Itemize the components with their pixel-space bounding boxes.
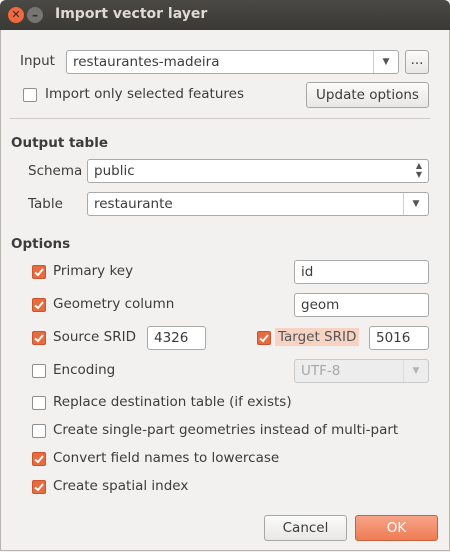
replace-table-label: Replace destination table (if exists) [53,394,292,410]
ok-button[interactable]: OK [355,515,438,541]
table-combo[interactable]: restaurante ▼ [87,192,429,216]
single-part-label: Create single-part geometries instead of… [53,422,399,438]
spinner-arrows-icon[interactable]: ▲ ▼ [416,161,422,179]
chevron-down-icon[interactable]: ▼ [373,51,398,73]
encoding-checkbox[interactable] [32,364,46,378]
options-heading: Options [11,236,71,252]
target-srid-checkbox[interactable] [257,331,271,345]
encoding-value: UTF-8 [301,363,341,379]
table-value: restaurante [94,196,173,212]
target-srid-input[interactable]: 5016 [369,326,429,350]
lowercase-label: Convert field names to lowercase [53,450,280,466]
spatial-index-label: Create spatial index [53,478,189,494]
divider [10,118,430,119]
only-selected-label: Import only selected features [45,86,244,102]
primary-key-input[interactable]: id [294,260,429,284]
target-srid-label: Target SRID [275,328,360,346]
schema-combo[interactable]: public ▲ ▼ [87,159,429,183]
output-table-heading: Output table [11,135,108,151]
window-frame [0,30,450,551]
input-layer-combo[interactable]: restaurantes-madeira ▼ [66,50,399,74]
lowercase-checkbox[interactable] [32,452,46,466]
browse-button[interactable]: ... [405,50,429,74]
window-titlebar: ✕ – Import vector layer [0,0,450,30]
minimize-icon[interactable]: – [27,7,43,23]
chevron-down-icon[interactable]: ▼ [403,193,428,215]
source-srid-input[interactable]: 4326 [147,326,206,350]
single-part-checkbox[interactable] [32,424,46,438]
schema-label: Schema [28,163,83,179]
schema-value: public [94,163,135,179]
geometry-column-input[interactable]: geom [294,293,429,317]
primary-key-label: Primary key [53,263,134,279]
spatial-index-checkbox[interactable] [32,480,46,494]
replace-table-checkbox[interactable] [32,396,46,410]
input-layer-value: restaurantes-madeira [73,54,220,70]
input-label: Input [20,53,55,69]
window-title: Import vector layer [55,6,208,22]
geometry-column-checkbox[interactable] [32,298,46,312]
primary-key-checkbox[interactable] [32,265,46,279]
table-label: Table [28,196,63,212]
chevron-down-icon[interactable]: ▼ [403,360,428,382]
encoding-label: Encoding [53,362,116,378]
geometry-column-label: Geometry column [53,296,175,312]
encoding-combo[interactable]: UTF-8 ▼ [294,359,429,383]
source-srid-label: Source SRID [53,329,136,345]
only-selected-checkbox[interactable] [23,88,37,102]
source-srid-checkbox[interactable] [32,331,46,345]
cancel-button[interactable]: Cancel [264,515,347,541]
close-icon[interactable]: ✕ [8,7,24,23]
update-options-button[interactable]: Update options [306,82,429,108]
